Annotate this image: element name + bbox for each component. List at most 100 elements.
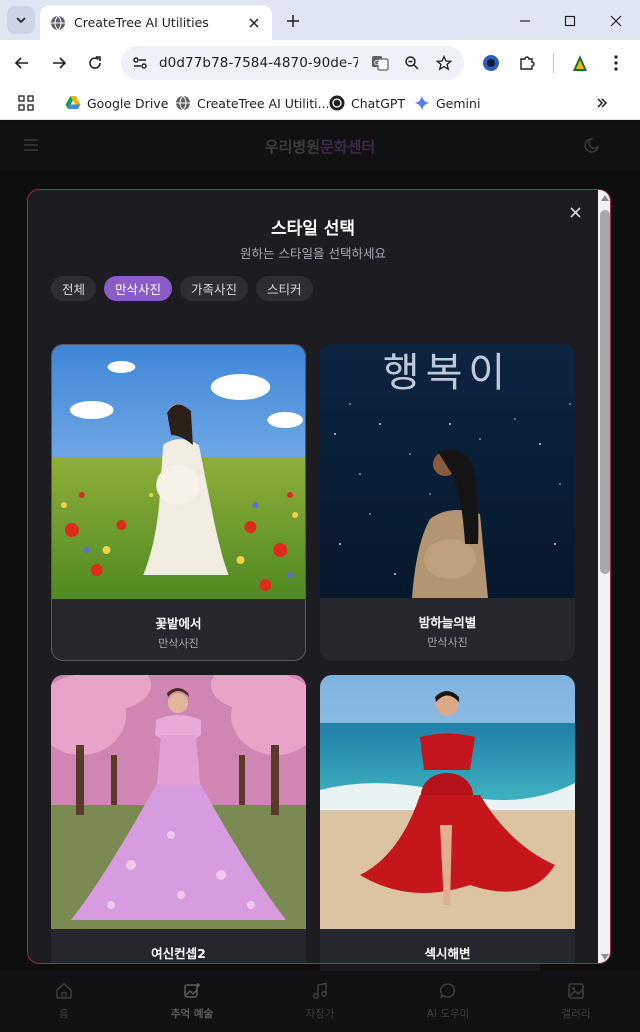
translate-icon[interactable]: G [370,53,390,73]
style-thumbnail-goddess [51,675,306,929]
browser-tab[interactable]: CreateTree AI Utilities [40,5,272,40]
address-bar[interactable]: d0d77b78-7584-4870-90de-7... G [121,46,464,80]
bookmark-label: Google Drive [87,95,169,111]
arrow-right-icon [53,57,67,69]
bookmark-label: Gemini [436,95,481,111]
tab-title: CreateTree AI Utilities [74,15,209,30]
style-card-category: 만삭사진 [158,637,199,650]
style-card-goddess[interactable]: 여신컨셉2 [51,675,306,963]
reload-icon [89,56,101,69]
style-card-title: 여신컨셉2 [151,946,206,961]
browser-toolbar: d0d77b78-7584-4870-90de-7... G [0,40,640,86]
svg-text:G: G [374,59,379,67]
style-card-category: 만삭사진 [427,636,468,649]
brand-accent: 문화센터 [320,137,376,156]
extension-circle-icon [483,55,499,71]
url-text: d0d77b78-7584-4870-90de-7... [159,55,358,71]
apps-grid-icon [18,95,34,111]
hamburger-menu-icon[interactable] [22,136,40,154]
bookmark-google-drive[interactable]: Google Drive [65,92,168,114]
moon-icon[interactable] [584,136,602,154]
nav-label: 홈 [59,1008,69,1020]
style-card-flower-field[interactable]: 꽃밭에서 만삭사진 [51,344,306,661]
bookmark-label: ChatGPT [351,95,406,111]
close-icon [610,15,622,27]
scrollbar-thumb[interactable] [600,210,610,574]
nav-label: 추억 예술 [170,1008,214,1020]
reload-button[interactable] [83,51,107,75]
bookmark-gemini[interactable]: Gemini [414,92,480,114]
new-tab-button[interactable] [282,10,304,32]
bottom-nav: 홈 추억 예술 자장가 AI 도우미 갤러리 [0,971,640,1032]
gallery-icon [568,983,584,999]
back-button[interactable] [10,51,34,75]
filter-chip-sticker[interactable]: 스티커 [256,276,313,301]
brand-logo[interactable]: 우리병원문화센터 [265,136,375,157]
style-card-title: 꽃밭에서 [155,616,202,631]
bookmark-star-icon[interactable] [434,53,454,73]
zoom-icon[interactable] [402,53,422,73]
filter-chips: 전체 만삭사진 가족사진 스티커 [51,276,313,301]
puzzle-icon [520,56,535,70]
more-bookmarks-button[interactable] [596,92,608,114]
profile-logo-icon [573,55,587,71]
modal-subtitle: 원하는 스타일을 선택하세요 [240,246,386,261]
minimize-button[interactable] [514,10,536,32]
scroll-up-arrow[interactable] [601,195,609,201]
close-tab-icon[interactable] [246,15,262,31]
maximize-icon [564,15,576,27]
style-card-starry-night[interactable]: 행복이 밤하늘의별 만삭사진 [320,344,575,661]
chevron-down-icon [16,17,26,24]
home-icon [56,983,72,999]
filter-chip-maternity[interactable]: 만삭사진 [104,276,173,301]
profile-button[interactable] [569,52,591,74]
style-thumbnail-beach [320,675,575,929]
style-select-modal: 스타일 선택 원하는 스타일을 선택하세요 전체 만삭사진 가족사진 스티커 꽃… [27,189,611,964]
filter-chip-family[interactable]: 가족사진 [180,276,249,301]
nav-gallery[interactable]: 갤러리 [512,971,640,1032]
app-page: 우리병원문화센터 홈 추억 예술 자장가 AI 도우미 갤러리 스타일 선택 원… [0,121,640,1032]
extension-button[interactable] [480,52,502,74]
kebab-menu-icon [614,55,618,71]
scroll-down-arrow[interactable] [601,954,609,960]
brand-main: 우리병원 [264,137,320,156]
bookmark-chatgpt[interactable]: ChatGPT [329,92,405,114]
gemini-icon [414,95,430,111]
minimize-icon [520,20,530,22]
bookmark-createtree[interactable]: CreateTree AI Utiliti... [175,92,330,114]
nav-label: 갤러리 [561,1008,591,1020]
globe-icon [175,95,191,111]
nav-ai-assistant[interactable]: AI 도우미 [384,971,512,1032]
tab-search-button[interactable] [7,6,35,34]
site-info-icon[interactable] [131,54,149,72]
nav-lullaby[interactable]: 자장가 [256,971,384,1032]
plus-icon [287,15,299,27]
music-icon [313,982,327,999]
extensions-menu-button[interactable] [516,52,538,74]
style-thumbnail-starry-night: 행복이 [320,344,575,598]
nav-home[interactable]: 홈 [0,971,128,1032]
modal-scrollbar[interactable] [598,190,610,963]
forward-button[interactable] [47,51,71,75]
style-card-beach[interactable]: 섹시해변 [320,675,575,963]
chat-bubble-icon [439,983,456,999]
style-card-title: 섹시해변 [424,946,471,961]
starry-overlay-text: 행복이 [383,350,511,396]
google-drive-icon [65,95,81,111]
globe-icon [50,15,66,31]
app-header: 우리병원문화센터 [0,121,640,171]
close-window-button[interactable] [605,10,627,32]
browser-tabstrip: CreateTree AI Utilities [0,0,640,40]
browser-menu-button[interactable] [605,52,627,74]
toolbar-separator [553,53,554,73]
apps-button[interactable] [18,92,34,114]
bookmarks-bar: Google Drive CreateTree AI Utiliti... Ch… [0,86,640,120]
image-plus-icon [184,983,200,998]
bookmark-label: CreateTree AI Utiliti... [197,95,330,111]
maximize-button[interactable] [559,10,581,32]
nav-label: 자장가 [305,1008,335,1020]
style-thumbnail-flower-field [52,345,305,599]
filter-chip-all[interactable]: 전체 [51,276,97,301]
nav-memory-art[interactable]: 추억 예술 [128,971,256,1032]
arrow-left-icon [14,57,28,69]
